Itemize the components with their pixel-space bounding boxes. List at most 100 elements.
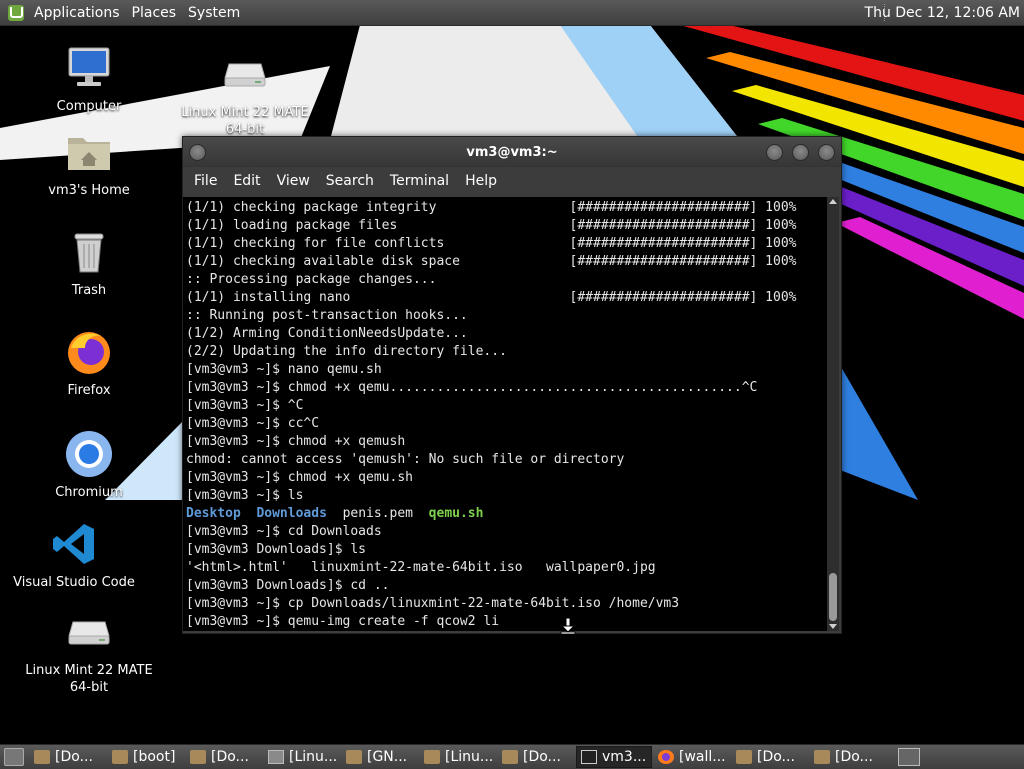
folder-icon (346, 750, 362, 764)
terminal-line: [vm3@vm3 ~]$ nano qemu.sh (186, 362, 382, 377)
taskbar-item[interactable]: [Do... (498, 746, 574, 768)
folder-icon (736, 750, 752, 764)
terminal-titlebar[interactable]: vm3@vm3:~ (183, 137, 841, 167)
desktop-icon-chromium[interactable]: Chromium (24, 430, 154, 501)
taskbar-item-label: [GN... (367, 749, 408, 765)
terminal-line: [vm3@vm3 ~]$ chmod +x qemu.sh (186, 470, 413, 485)
taskbar-item-label: [Linu... (289, 749, 338, 765)
mouse-cursor-icon (560, 617, 576, 635)
ls-dir-entry: Downloads (256, 506, 327, 521)
menu-view[interactable]: View (269, 173, 318, 189)
ls-file-entry: penis.pem (342, 506, 414, 521)
desktop-icon-mint-drive-bottom[interactable]: Linux Mint 22 MATE 64-bit (24, 608, 154, 696)
terminal-line: [vm3@vm3 ~]$ chmod +x qemush (186, 434, 406, 449)
chromium-icon (65, 430, 113, 478)
trash-icon (65, 228, 113, 276)
terminal-line: (2/2) Updating the info directory file..… (186, 344, 507, 359)
terminal-line: (1/1) installing nano [#################… (186, 290, 797, 305)
folder-icon (190, 750, 206, 764)
terminal-line: [vm3@vm3 Downloads]$ ls (186, 542, 367, 557)
terminal-line: (1/1) checking for file conflicts [#####… (186, 236, 797, 251)
folder-icon (814, 750, 830, 764)
scroll-thumb[interactable] (829, 573, 837, 621)
folder-icon (112, 750, 128, 764)
taskbar-item[interactable]: [Do... (186, 746, 262, 768)
desktop-icon-label: Firefox (67, 383, 111, 398)
window-icon (268, 750, 284, 764)
terminal-menubar: File Edit View Search Terminal Help (183, 167, 841, 195)
taskbar-item-label: [Do... (523, 749, 561, 765)
terminal-line: :: Processing package changes... (186, 272, 437, 287)
desktop-icon-home[interactable]: vm3's Home (24, 128, 154, 199)
firefox-icon (658, 750, 674, 764)
desktop-icon-firefox[interactable]: Firefox (24, 328, 154, 399)
menu-file[interactable]: File (186, 173, 225, 189)
taskbar-item[interactable]: [boot] (108, 746, 184, 768)
menu-terminal[interactable]: Terminal (382, 173, 457, 189)
drive-icon (65, 608, 113, 656)
taskbar-item-label: [boot] (133, 749, 176, 765)
taskbar-item[interactable]: [wall... (654, 746, 730, 768)
taskbar-item[interactable]: [Linu... (264, 746, 340, 768)
places-menu[interactable]: Places (126, 0, 183, 25)
desktop-icon-label: Visual Studio Code (13, 575, 135, 590)
taskbar-item-label: [Linu... (445, 749, 494, 765)
terminal-line: '<html>.html' linuxmint-22-mate-64bit.is… (186, 560, 656, 575)
terminal-scrollbar[interactable] (827, 197, 839, 631)
terminal-text: (1/1) checking package integrity [######… (183, 197, 827, 631)
terminal-line: [vm3@vm3 ~]$ cd Downloads (186, 524, 382, 539)
taskbar-item[interactable]: [Linu... (420, 746, 496, 768)
terminal-line: chmod: cannot access 'qemush': No such f… (186, 452, 625, 467)
menu-search[interactable]: Search (318, 173, 382, 189)
window-title: vm3@vm3:~ (466, 144, 558, 160)
taskbar-item-terminal[interactable]: vm3... (576, 746, 652, 768)
menu-edit[interactable]: Edit (225, 173, 268, 189)
terminal-line: (1/2) Arming ConditionNeedsUpdate... (186, 326, 468, 341)
workspace-switcher[interactable] (898, 748, 920, 766)
home-folder-icon (65, 128, 113, 176)
clock[interactable]: Thu Dec 12, 12:06 AM (865, 0, 1020, 25)
terminal-line: :: Running post-transaction hooks... (186, 308, 468, 323)
applications-menu[interactable]: Applications (28, 0, 126, 25)
maximize-button[interactable] (792, 144, 809, 161)
scroll-up-icon[interactable] (829, 199, 837, 204)
terminal-line: [vm3@vm3 ~]$ ^C (186, 398, 304, 413)
computer-icon (65, 44, 113, 92)
desktop-icon-mint-drive-top[interactable]: Linux Mint 22 MATE 64-bit (180, 50, 310, 138)
taskbar-item[interactable]: [GN... (342, 746, 418, 768)
terminal-line: (1/1) loading package files [###########… (186, 218, 797, 233)
taskbar-item-label: [Do... (55, 749, 93, 765)
close-button[interactable] (818, 144, 835, 161)
desktop-icon-label: vm3's Home (48, 183, 130, 198)
terminal-line: [vm3@vm3 ~]$ chmod +x qemu..............… (186, 380, 758, 395)
taskbar-item[interactable]: [Do... (732, 746, 808, 768)
top-panel: Applications Places System Thu Dec 12, 1… (0, 0, 1024, 26)
terminal-line: [vm3@vm3 ~]$ qemu-img create -f qcow2 li (186, 614, 500, 629)
desktop-icon-trash[interactable]: Trash (24, 228, 154, 299)
system-menu[interactable]: System (182, 0, 246, 25)
folder-icon (424, 750, 440, 764)
show-desktop-icon[interactable] (4, 748, 24, 766)
window-menu-icon[interactable] (189, 144, 206, 161)
scroll-down-icon[interactable] (829, 624, 837, 629)
menu-help[interactable]: Help (457, 173, 505, 189)
taskbar-item-label: [Do... (835, 749, 873, 765)
desktop-icon-vscode[interactable]: Visual Studio Code (9, 520, 139, 591)
vscode-icon (50, 520, 98, 568)
taskbar-item[interactable]: [Do... (30, 746, 106, 768)
mint-logo-icon[interactable] (8, 4, 24, 21)
taskbar-item-label: vm3... (602, 749, 647, 765)
terminal-line: [vm3@vm3 ~]$ cp Downloads/linuxmint-22-m… (186, 596, 680, 611)
desktop-icon-computer[interactable]: Computer (24, 44, 154, 115)
minimize-button[interactable] (766, 144, 783, 161)
taskbar-item[interactable]: [Do... (810, 746, 886, 768)
terminal-window[interactable]: vm3@vm3:~ File Edit View Search Terminal… (182, 136, 842, 634)
folder-icon (34, 750, 50, 764)
terminal-line: [vm3@vm3 ~]$ cc^C (186, 416, 320, 431)
desktop-icon-label: Computer (56, 99, 122, 114)
desktop-icon-label: Linux Mint 22 MATE 64-bit (25, 663, 153, 695)
terminal-line: [vm3@vm3 ~]$ ls (186, 488, 304, 503)
desktop-icon-label: Trash (71, 283, 107, 298)
terminal-output[interactable]: (1/1) checking package integrity [######… (183, 197, 827, 631)
folder-icon (502, 750, 518, 764)
